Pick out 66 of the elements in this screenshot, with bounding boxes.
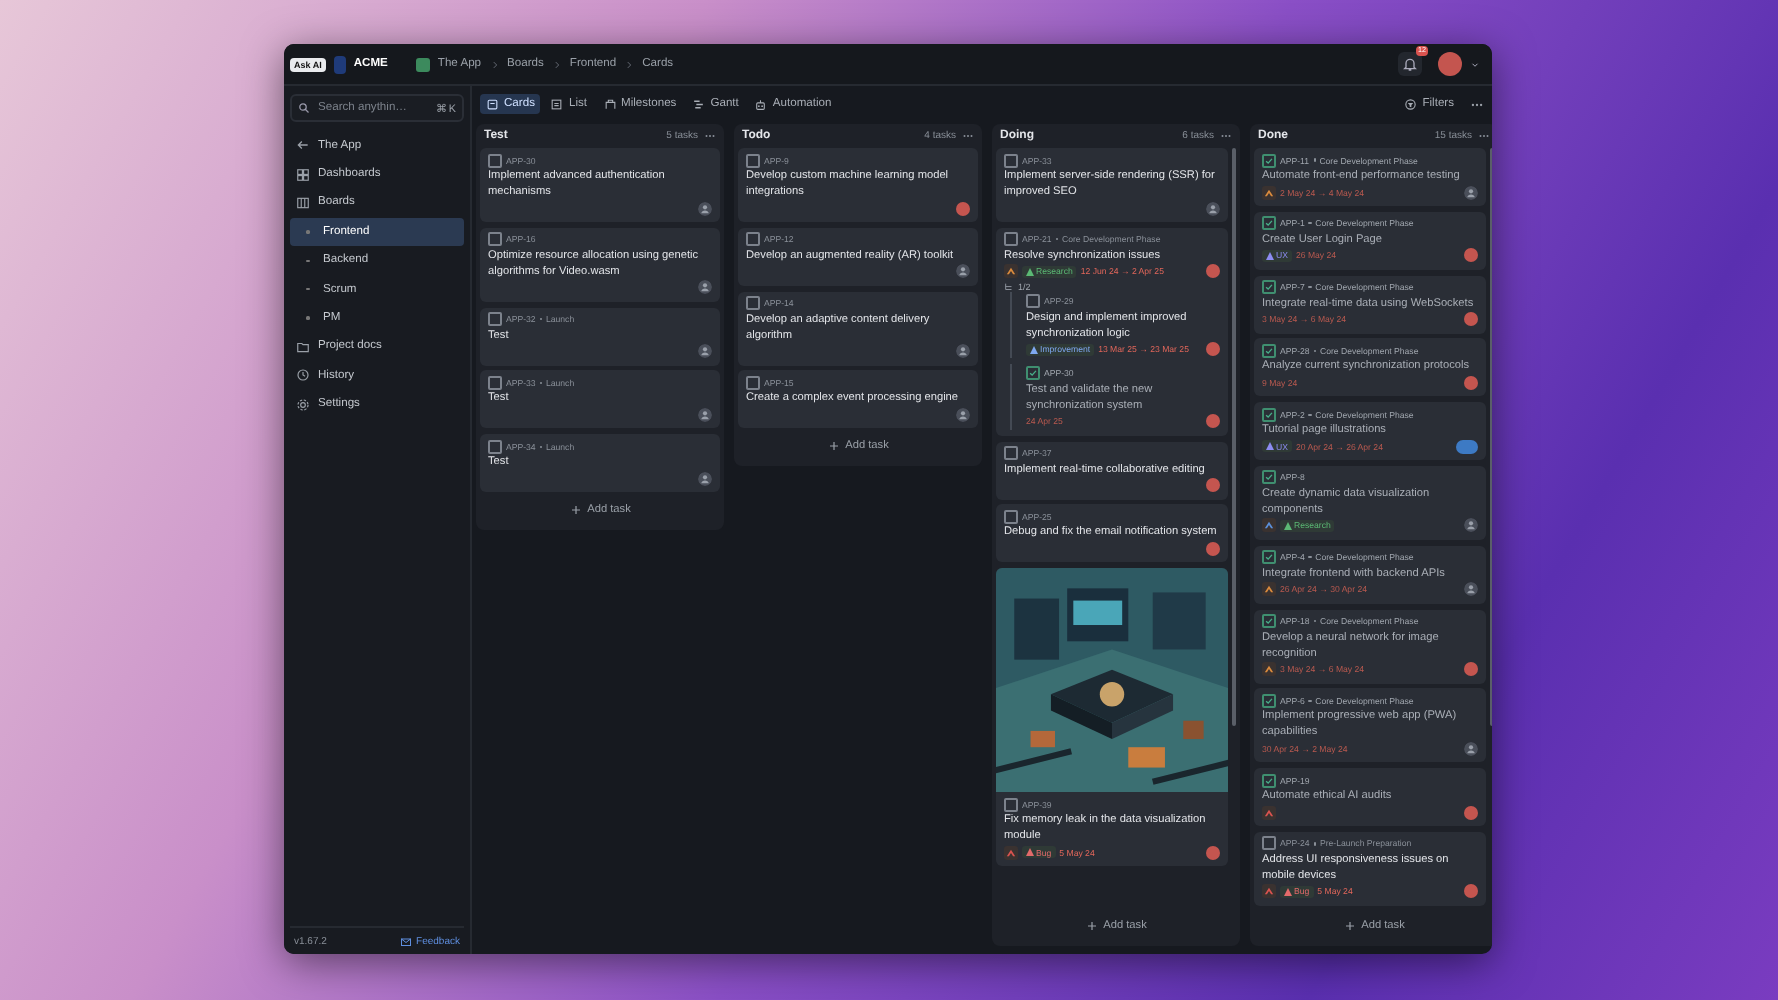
logo-icon (333, 55, 346, 73)
plus-icon (827, 440, 840, 453)
checkmark-icon (1264, 282, 1274, 293)
card-icon (486, 97, 499, 111)
mail-icon (400, 936, 413, 948)
task-checkbox[interactable] (488, 153, 502, 167)
scrollbar[interactable] (1232, 148, 1236, 726)
chevron-right-icon (624, 59, 635, 69)
robot-icon (754, 97, 768, 111)
gear-icon (296, 397, 310, 412)
task-checkbox[interactable] (488, 375, 502, 390)
board-icon (296, 195, 310, 210)
task-checkbox[interactable] (746, 375, 760, 390)
task-checkbox[interactable] (1004, 446, 1018, 461)
plus-icon (569, 504, 582, 517)
task-checkbox[interactable] (1262, 550, 1276, 565)
task-checkbox[interactable] (1026, 294, 1040, 309)
task-checkbox[interactable] (1262, 343, 1276, 358)
task-checkbox[interactable] (1262, 280, 1276, 295)
filter-icon (1404, 97, 1418, 111)
subtask-icon (1004, 281, 1014, 292)
checkmark-icon (1028, 368, 1038, 379)
arrow-left-icon (296, 138, 310, 153)
task-checkbox[interactable] (1004, 509, 1018, 524)
checkmark-icon (1264, 409, 1274, 420)
checkmark-icon (1264, 218, 1274, 229)
task-checkbox[interactable] (488, 439, 502, 454)
caret-icon[interactable] (1470, 59, 1480, 69)
checkmark-icon (1264, 472, 1274, 483)
plus-icon (1343, 920, 1356, 932)
task-checkbox[interactable] (746, 296, 760, 311)
task-checkbox[interactable] (1262, 693, 1276, 708)
app-icon (415, 57, 430, 71)
task-checkbox[interactable] (1262, 773, 1276, 788)
folder-icon (296, 339, 310, 354)
checkmark-icon (1264, 552, 1274, 563)
task-card[interactable] (996, 227, 1228, 436)
checkmark-icon (1264, 775, 1274, 786)
checkmark-icon (1264, 345, 1274, 356)
task-checkbox[interactable] (1262, 470, 1276, 485)
task-checkbox[interactable] (746, 153, 760, 167)
clock-icon (296, 368, 310, 383)
task-checkbox[interactable] (1262, 407, 1276, 422)
task-checkbox[interactable] (1004, 153, 1018, 167)
task-checkbox[interactable] (488, 232, 502, 247)
task-checkbox[interactable] (1262, 153, 1276, 167)
checkmark-icon (1264, 155, 1274, 165)
task-checkbox[interactable] (1004, 232, 1018, 247)
grid-icon (296, 167, 310, 182)
task-checkbox[interactable] (1262, 614, 1276, 629)
checkmark-icon (1264, 616, 1274, 627)
task-checkbox[interactable] (488, 312, 502, 327)
user-avatar[interactable] (1438, 52, 1462, 76)
bell-icon (1402, 56, 1418, 72)
task-checkbox[interactable] (746, 232, 760, 247)
checkmark-icon (1264, 695, 1274, 706)
task-checkbox[interactable] (1262, 216, 1276, 231)
task-checkbox[interactable] (1026, 366, 1040, 381)
plus-icon (1085, 920, 1098, 932)
gantt-icon (692, 97, 706, 111)
chevron-right-icon (489, 59, 500, 69)
list-icon (550, 97, 564, 111)
task-checkbox[interactable] (1004, 797, 1018, 812)
task-checkbox[interactable] (1262, 836, 1276, 851)
chevron-right-icon (551, 59, 562, 69)
search-icon (298, 102, 310, 114)
